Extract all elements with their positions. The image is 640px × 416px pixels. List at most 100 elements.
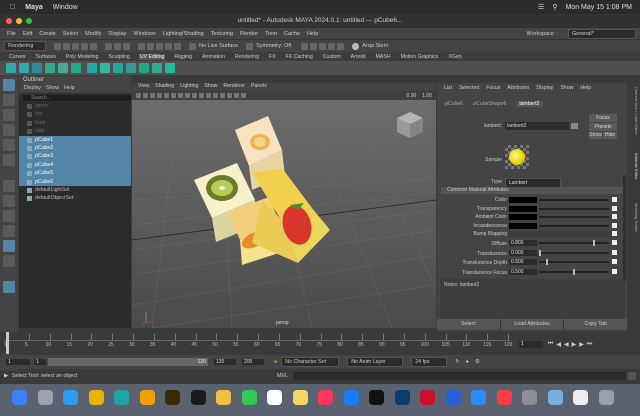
select-hierarchy-icon[interactable] bbox=[105, 42, 112, 50]
image-plane-icon[interactable] bbox=[157, 93, 162, 98]
shadows-icon[interactable] bbox=[213, 93, 218, 98]
auto-key-icon[interactable]: ● bbox=[466, 359, 469, 365]
menu-edit[interactable]: Edit bbox=[23, 31, 32, 37]
tab-pcube6[interactable]: pCube6 bbox=[445, 101, 463, 107]
menu-display[interactable]: Display bbox=[108, 31, 126, 37]
wireframe-icon[interactable] bbox=[185, 93, 190, 98]
fps-dropdown[interactable]: 24 fps bbox=[411, 357, 448, 367]
scale-tool-icon[interactable] bbox=[3, 154, 15, 166]
play-forward-icon[interactable]: ▶ bbox=[572, 341, 577, 348]
launchpad-icon[interactable] bbox=[37, 390, 53, 405]
uv-toolkit-icon[interactable] bbox=[19, 63, 29, 73]
range-slider[interactable]: 120 bbox=[48, 358, 208, 366]
shelf-tab-rigging[interactable]: Rigging bbox=[173, 54, 193, 60]
sew-uv-icon[interactable] bbox=[100, 63, 110, 73]
menu-lighting-shading[interactable]: Lighting/Shading bbox=[163, 31, 204, 37]
preferences-icon[interactable]: ⚙ bbox=[475, 359, 480, 365]
vpn-icon[interactable] bbox=[445, 390, 461, 405]
outliner-item[interactable]: pCube2 bbox=[19, 143, 131, 153]
menu-render[interactable]: Render bbox=[240, 31, 258, 37]
load-attributes-button[interactable]: Load Attributes bbox=[499, 319, 564, 330]
settings-icon[interactable] bbox=[522, 390, 537, 405]
uv-editor-icon[interactable] bbox=[6, 63, 16, 73]
tab-lambert2[interactable]: lambert2 bbox=[516, 100, 543, 107]
menu-file[interactable]: File bbox=[7, 31, 16, 37]
shelf-tab-animation[interactable]: Animation bbox=[201, 54, 226, 60]
map-button[interactable] bbox=[612, 222, 617, 228]
time-slider[interactable]: 1510152025303540455055606570758085909510… bbox=[0, 332, 640, 354]
shelf-tab-mash[interactable]: MASH bbox=[375, 54, 392, 60]
search-icon[interactable]: ⚲ bbox=[552, 3, 557, 11]
shelf-tab-curves[interactable]: Curves bbox=[8, 54, 26, 60]
character-set-icon[interactable]: ● bbox=[274, 359, 277, 365]
unfold-uv-icon[interactable] bbox=[113, 63, 123, 73]
shelf-tab-surfaces[interactable]: Surfaces bbox=[34, 54, 56, 60]
presets-button[interactable]: Presets bbox=[589, 123, 617, 131]
shelf-tab-rendering[interactable]: Rendering bbox=[234, 54, 260, 60]
color-slider[interactable] bbox=[539, 216, 609, 218]
apple-icon[interactable]:  bbox=[10, 4, 15, 11]
command-input[interactable] bbox=[294, 372, 626, 380]
notes-panel[interactable]: Notes: lambert2 bbox=[440, 279, 625, 321]
maya-icon[interactable] bbox=[114, 390, 129, 405]
bump-mapping-field[interactable] bbox=[509, 231, 613, 237]
textedit-icon[interactable] bbox=[573, 390, 588, 405]
search-icon[interactable] bbox=[3, 255, 15, 267]
color-slider[interactable] bbox=[539, 207, 609, 210]
shelf-tab-sculpting[interactable]: Sculpting bbox=[108, 54, 131, 60]
cylindrical-map-icon[interactable] bbox=[45, 63, 55, 73]
view-cube[interactable] bbox=[397, 112, 423, 138]
map-button[interactable] bbox=[612, 249, 617, 255]
snap-curve-icon[interactable] bbox=[147, 42, 154, 50]
straighten-uv-icon[interactable] bbox=[139, 63, 149, 73]
menu-windows[interactable]: Windows bbox=[133, 31, 155, 37]
cut-uv-icon[interactable] bbox=[87, 63, 97, 73]
goto-output-icon[interactable] bbox=[571, 123, 578, 129]
map-button[interactable] bbox=[612, 214, 617, 219]
outliner-item[interactable]: pCube5 bbox=[19, 169, 131, 178]
outliner-item[interactable]: persp bbox=[19, 102, 131, 110]
appstore-icon[interactable] bbox=[343, 390, 359, 405]
select-object-icon[interactable] bbox=[114, 42, 121, 50]
menu-help[interactable]: Help bbox=[307, 31, 318, 37]
numeric-attr-field[interactable]: 0.000 bbox=[509, 249, 537, 256]
focus-button[interactable]: Focus bbox=[589, 114, 617, 122]
outliner-item[interactable]: side bbox=[19, 127, 131, 135]
outliner-item[interactable]: pCube3 bbox=[19, 152, 131, 161]
outliner-item[interactable]: pCube4 bbox=[19, 160, 131, 170]
outliner-item[interactable]: pCube1 bbox=[19, 135, 131, 144]
notes-icon[interactable] bbox=[292, 390, 308, 405]
viewport-menu-lighting[interactable]: Lighting bbox=[180, 83, 198, 91]
calendar-icon[interactable] bbox=[267, 390, 282, 405]
current-frame-field[interactable]: 1 bbox=[519, 341, 543, 348]
hide-button[interactable]: Hide bbox=[603, 132, 617, 139]
attr-menu-list[interactable]: List bbox=[444, 85, 452, 91]
playback-start-field[interactable]: 1 bbox=[34, 359, 46, 365]
smooth-shade-icon[interactable] bbox=[192, 93, 197, 98]
four-view-icon[interactable] bbox=[3, 195, 15, 207]
map-button[interactable] bbox=[612, 268, 617, 274]
numeric-attr-field[interactable]: 0.500 bbox=[509, 259, 537, 265]
illustrator-icon[interactable] bbox=[165, 390, 180, 405]
clock-label[interactable]: Mon May 15 1:08 PM bbox=[565, 4, 632, 11]
outliner-menu-show[interactable]: Show bbox=[46, 85, 59, 93]
outliner-item[interactable]: front bbox=[19, 119, 131, 127]
numeric-attr-field[interactable]: 0.800 bbox=[509, 240, 537, 246]
loop-icon[interactable]: ↻ bbox=[455, 359, 459, 365]
slider-handle[interactable] bbox=[545, 259, 548, 265]
wifi-icon[interactable]: ☰ bbox=[538, 3, 544, 11]
menu-texturing[interactable]: Texturing bbox=[211, 31, 233, 37]
color-swatch[interactable] bbox=[509, 205, 537, 212]
go-to-start-icon[interactable]: ⏮ bbox=[548, 341, 553, 348]
attr-menu-display[interactable]: Display bbox=[536, 85, 553, 91]
start-time-field[interactable]: 1 bbox=[6, 359, 30, 365]
attr-menu-help[interactable]: Help bbox=[580, 85, 591, 91]
checker-map-icon[interactable] bbox=[152, 63, 162, 73]
side-tab-modeling-toolkit[interactable]: Modeling Toolkit bbox=[631, 203, 639, 232]
shelf-tab-fx[interactable]: FX bbox=[268, 54, 277, 60]
color-swatch[interactable] bbox=[509, 197, 537, 203]
open-scene-icon[interactable] bbox=[63, 42, 70, 50]
spherical-map-icon[interactable] bbox=[58, 63, 68, 73]
ao-icon[interactable] bbox=[234, 93, 239, 98]
nuke-icon[interactable] bbox=[139, 390, 155, 405]
